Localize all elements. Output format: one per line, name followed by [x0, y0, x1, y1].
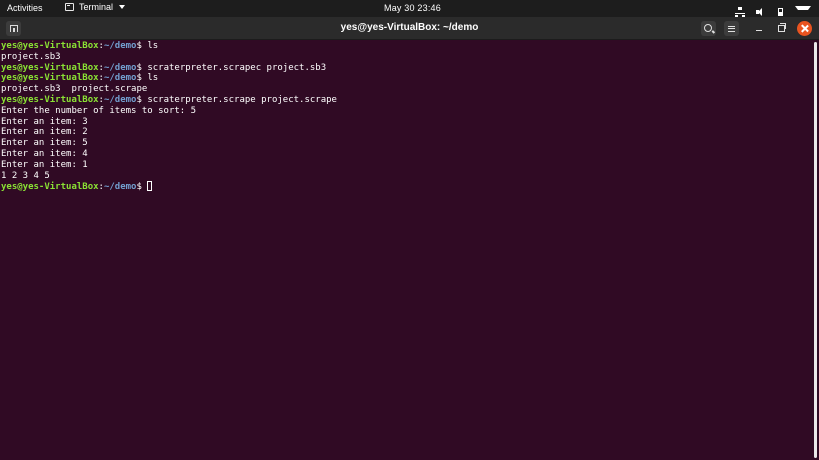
command-text: ls — [141, 73, 159, 84]
hamburger-menu-icon — [728, 25, 735, 32]
terminal-scrollbar[interactable] — [811, 40, 819, 460]
output-line: project.sb3 project.scrape — [1, 84, 148, 95]
battery-icon — [775, 7, 785, 17]
prompt-user-host: yes@yes-VirtualBox — [1, 94, 99, 105]
command-text: scraterpreter.scrapec project.sb3 — [141, 62, 327, 73]
prompt-user-host: yes@yes-VirtualBox — [1, 73, 99, 84]
window-title: yes@yes-VirtualBox: ~/demo — [340, 22, 479, 33]
maximize-button[interactable] — [774, 21, 789, 36]
prompt-user-host: yes@yes-VirtualBox — [1, 182, 99, 193]
prompt-line: yes@yes-VirtualBox:~/demo$ ls — [1, 41, 811, 52]
output-line: Enter an item: 2 — [1, 127, 88, 138]
network-icon — [735, 6, 745, 17]
prompt-path: ~/demo — [103, 94, 137, 105]
prompt-line: yes@yes-VirtualBox:~/demo$ scraterpreter… — [1, 95, 811, 106]
search-icon — [703, 23, 712, 32]
text-cursor — [147, 181, 153, 192]
output-line: 1 2 3 4 5 — [1, 170, 50, 181]
output-line: Enter an item: 3 — [1, 116, 88, 127]
app-menu-label: Terminal — [79, 2, 114, 12]
close-icon — [801, 25, 808, 32]
clock[interactable]: May 30 23:46 — [384, 3, 441, 13]
command-text: ls — [141, 41, 159, 51]
output-line: Enter an item: 4 — [1, 148, 88, 159]
scrollbar-thumb[interactable] — [814, 42, 817, 458]
chevron-down-icon — [119, 5, 126, 9]
close-button[interactable] — [797, 21, 812, 36]
top-bar: Activities Terminal May 30 23:46 — [0, 0, 819, 17]
terminal-output[interactable]: yes@yes-VirtualBox:~/demo$ ls project.sb3… — [0, 40, 811, 460]
prompt-line: yes@yes-VirtualBox:~/demo$ — [1, 181, 811, 192]
app-menu[interactable]: Terminal — [65, 2, 126, 12]
window-titlebar[interactable]: yes@yes-VirtualBox: ~/demo — [0, 17, 819, 40]
command-text: scraterpreter.scrape project.scrape — [141, 94, 337, 105]
activities-button[interactable]: Activities — [7, 3, 43, 13]
terminal-icon — [65, 3, 74, 11]
output-line: Enter the number of items to sort: 5 — [1, 105, 197, 116]
prompt-path: ~/demo — [103, 62, 137, 73]
prompt-user-host: yes@yes-VirtualBox — [1, 62, 99, 73]
prompt-user-host: yes@yes-VirtualBox — [1, 41, 99, 51]
minimize-button[interactable] — [751, 21, 766, 36]
prompt-path: ~/demo — [103, 182, 137, 193]
search-button[interactable] — [701, 21, 716, 36]
hamburger-menu-button[interactable] — [724, 21, 739, 36]
output-line: Enter an item: 5 — [1, 138, 88, 149]
minimize-icon — [755, 30, 762, 31]
prompt-line: yes@yes-VirtualBox:~/demo$ ls — [1, 73, 811, 84]
prompt-path: ~/demo — [103, 73, 137, 84]
prompt-line: yes@yes-VirtualBox:~/demo$ scraterpreter… — [1, 63, 811, 74]
volume-icon — [755, 7, 765, 17]
prompt-path: ~/demo — [103, 41, 137, 51]
output-line: Enter an item: 1 — [1, 159, 88, 170]
restore-icon — [778, 23, 786, 32]
output-line: project.sb3 — [1, 51, 61, 62]
